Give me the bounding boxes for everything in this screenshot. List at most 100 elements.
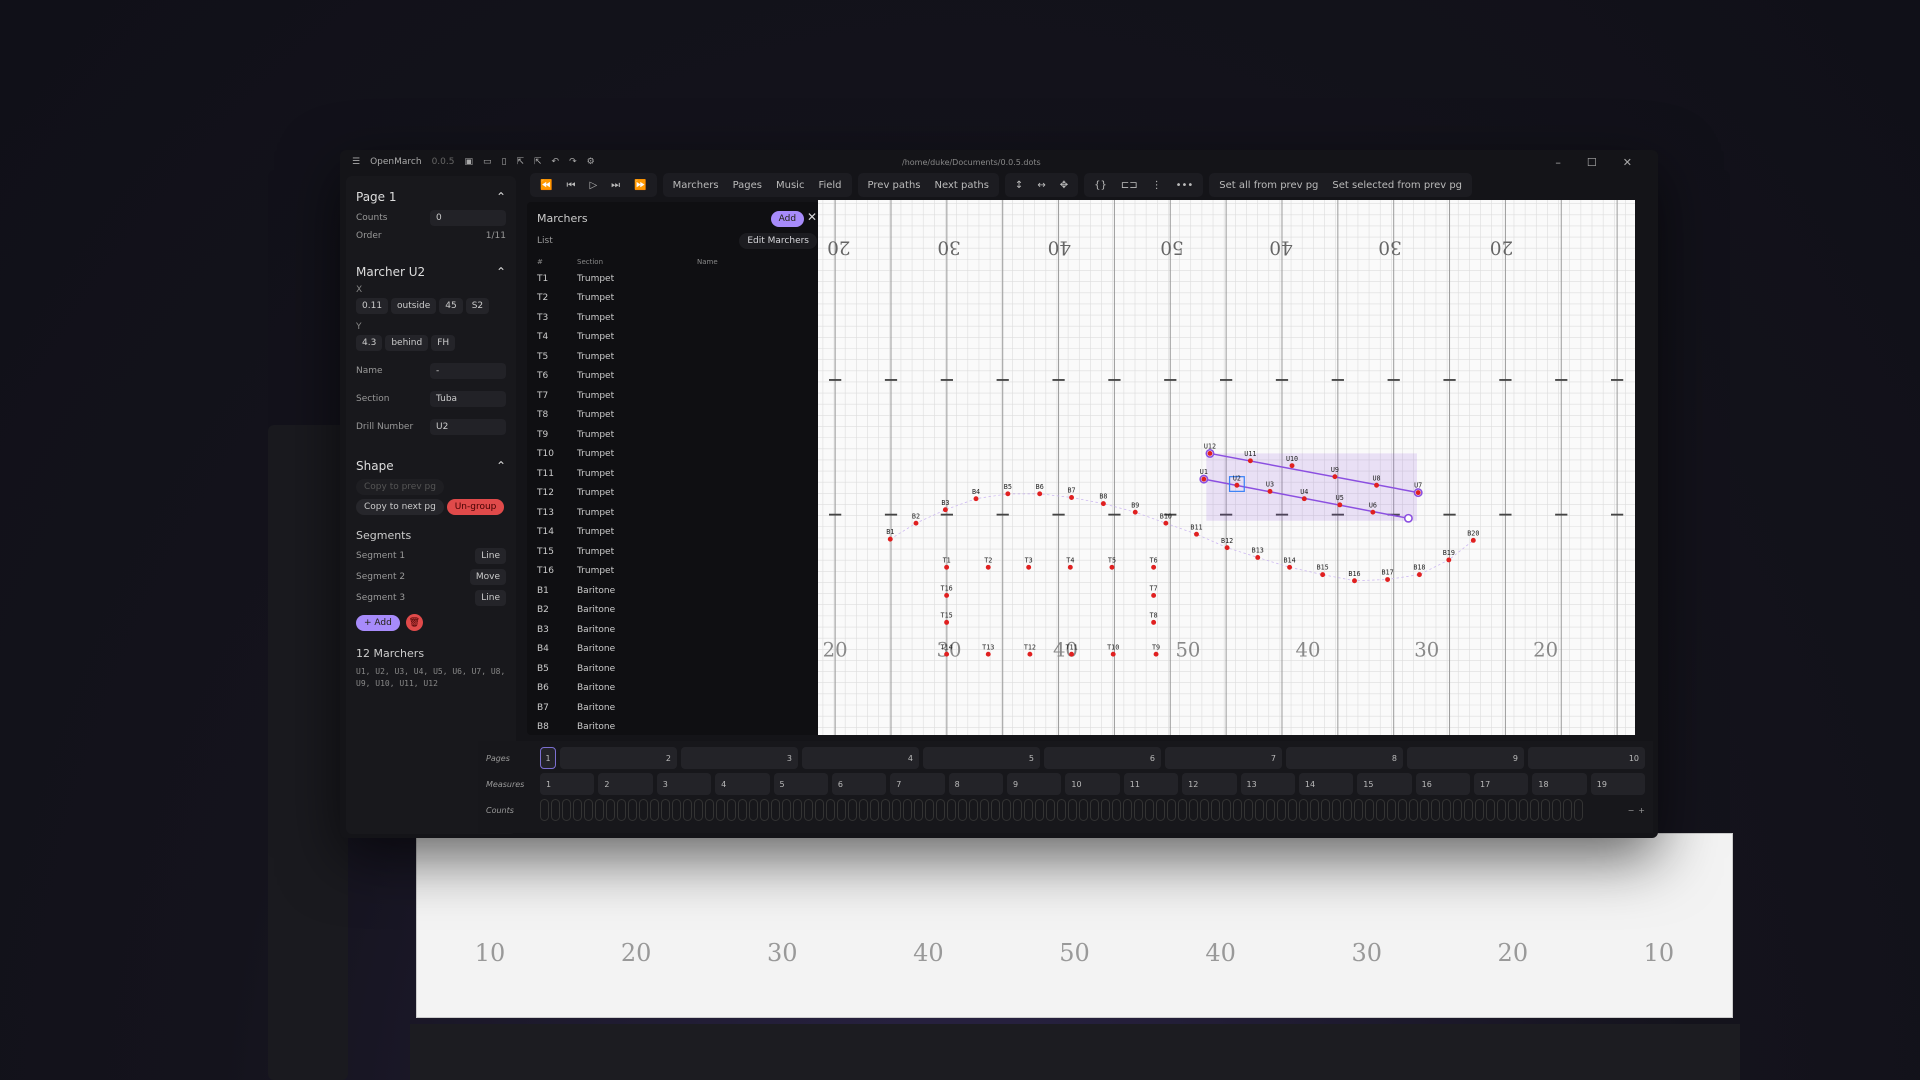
page-cell[interactable]: 10 (1528, 747, 1645, 769)
measure-cell[interactable]: 19 (1590, 773, 1646, 795)
marcher-list-row[interactable]: T9 Trumpet (537, 425, 817, 445)
count-cell[interactable] (1486, 799, 1495, 821)
count-cell[interactable] (1233, 799, 1242, 821)
count-cell[interactable] (1134, 799, 1143, 821)
count-cell[interactable] (1475, 799, 1484, 821)
x-side-id-select[interactable]: S2 (465, 298, 490, 314)
count-cell[interactable] (1046, 799, 1055, 821)
marcher-dot[interactable] (985, 564, 991, 570)
section-select[interactable]: Tuba (430, 391, 506, 407)
marcher-list-row[interactable]: T6 Trumpet (537, 367, 817, 387)
count-cell[interactable] (1211, 799, 1220, 821)
marcher-dot[interactable] (944, 564, 950, 570)
count-cell[interactable] (551, 799, 560, 821)
count-cell[interactable] (1299, 799, 1308, 821)
marcher-dot[interactable] (973, 496, 979, 502)
count-cell[interactable] (1497, 799, 1506, 821)
count-cell[interactable] (1343, 799, 1352, 821)
export-icon[interactable]: ⇱ (516, 157, 524, 167)
marcher-list-row[interactable]: B2 Baritone (537, 601, 817, 621)
count-cell[interactable] (837, 799, 846, 821)
count-cell[interactable] (705, 799, 714, 821)
marcher-dot[interactable] (913, 520, 919, 526)
marcher-dot[interactable] (1027, 651, 1033, 657)
marcher-dot[interactable] (1370, 509, 1376, 515)
count-cell[interactable] (1057, 799, 1066, 821)
marcher-list-row[interactable]: T13 Trumpet (537, 503, 817, 523)
prev-page-icon[interactable]: ⏮ (566, 180, 575, 191)
play-icon[interactable]: ▷ (589, 180, 597, 191)
marcher-dot[interactable] (1132, 509, 1138, 515)
count-cell[interactable] (749, 799, 758, 821)
count-cell[interactable] (672, 799, 681, 821)
page-cell[interactable]: 2 (560, 747, 677, 769)
segment-type-select[interactable]: Line (475, 548, 506, 564)
count-cell[interactable] (980, 799, 989, 821)
page-cell[interactable]: 9 (1407, 747, 1524, 769)
page-cell[interactable]: 1 (540, 747, 556, 769)
count-cell[interactable] (782, 799, 791, 821)
maximize-icon[interactable]: ☐ (1587, 156, 1597, 169)
set-all-prev-button[interactable]: Set all from prev pg (1219, 180, 1318, 191)
count-cell[interactable] (804, 799, 813, 821)
count-cell[interactable] (947, 799, 956, 821)
marcher-dot[interactable] (1069, 495, 1075, 500)
marcher-dot[interactable] (1151, 619, 1157, 625)
measure-cell[interactable]: 11 (1123, 773, 1179, 795)
copy-next-button[interactable]: Copy to next pg (356, 499, 444, 515)
marcher-dot[interactable] (944, 592, 950, 598)
zoom-in-icon[interactable]: + (1638, 806, 1645, 815)
count-cell[interactable] (1464, 799, 1473, 821)
marcher-dot[interactable] (1267, 488, 1273, 494)
segment-type-select[interactable]: Line (475, 590, 506, 606)
marcher-dot[interactable] (1446, 557, 1452, 563)
count-cell[interactable] (1090, 799, 1099, 821)
prev-paths-button[interactable]: Prev paths (868, 180, 921, 191)
page-cell[interactable]: 8 (1286, 747, 1403, 769)
measure-cell[interactable]: 5 (773, 773, 828, 795)
settings-icon[interactable]: ⚙ (587, 157, 595, 167)
count-cell[interactable] (892, 799, 901, 821)
count-cell[interactable] (881, 799, 890, 821)
marcher-list-row[interactable]: T16 Trumpet (537, 562, 817, 582)
marcher-dot[interactable] (1100, 501, 1106, 507)
count-cell[interactable] (1167, 799, 1176, 821)
count-cell[interactable] (936, 799, 945, 821)
count-cell[interactable] (1024, 799, 1033, 821)
count-cell[interactable] (1266, 799, 1275, 821)
count-cell[interactable] (628, 799, 637, 821)
marcher-dot[interactable] (1163, 520, 1169, 526)
marcher-dot[interactable] (1037, 491, 1043, 497)
collapse-icon[interactable]: ⌃ (496, 459, 506, 473)
count-cell[interactable] (1101, 799, 1110, 821)
marcher-dot[interactable] (1255, 555, 1261, 560)
close-window-icon[interactable]: ✕ (1623, 156, 1632, 169)
page-cell[interactable]: 5 (923, 747, 1040, 769)
marcher-list-row[interactable]: T15 Trumpet (537, 542, 817, 562)
page-cell[interactable]: 3 (681, 747, 798, 769)
count-cell[interactable] (1563, 799, 1572, 821)
count-cell[interactable] (914, 799, 923, 821)
measure-cell[interactable]: 3 (656, 773, 712, 795)
measure-cell[interactable]: 10 (1065, 773, 1120, 795)
count-cell[interactable] (1244, 799, 1253, 821)
new-file-icon[interactable]: ▯ (502, 157, 507, 167)
collapse-icon[interactable]: ⌃ (496, 190, 506, 204)
count-cell[interactable] (639, 799, 648, 821)
count-cell[interactable] (584, 799, 593, 821)
count-cell[interactable] (1541, 799, 1550, 821)
align-vertical-icon[interactable]: ↕ (1015, 180, 1023, 191)
count-cell[interactable] (1112, 799, 1121, 821)
marcher-dot[interactable] (1109, 564, 1115, 570)
marcher-dot[interactable] (1234, 482, 1240, 488)
marcher-list-row[interactable]: T11 Trumpet (537, 464, 817, 484)
marcher-list-row[interactable]: T1 Trumpet (537, 269, 817, 289)
count-cell[interactable] (1409, 799, 1418, 821)
next-page-icon[interactable]: ⏭ (611, 180, 620, 191)
marcher-dot[interactable] (1207, 450, 1213, 456)
marcher-dot[interactable] (1374, 482, 1379, 488)
rewind-icon[interactable]: ⏪ (540, 180, 552, 191)
marcher-list-row[interactable]: B5 Baritone (537, 659, 817, 679)
marcher-list-row[interactable]: T8 Trumpet (537, 406, 817, 426)
y-reference-select[interactable]: FH (431, 335, 456, 351)
